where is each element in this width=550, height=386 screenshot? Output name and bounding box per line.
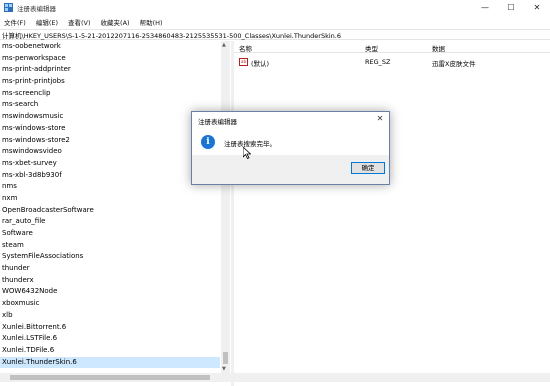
- tree-vertical-scrollbar[interactable]: ▲ ▼: [221, 41, 230, 373]
- registry-tree: ms-oobenetwork ms-penworkspace ms-print-…: [0, 41, 220, 373]
- address-bar[interactable]: 计算机\HKEY_USERS\S-1-5-21-2012207116-25348…: [0, 29, 550, 40]
- tree-item[interactable]: xboxmusic: [0, 298, 220, 310]
- tree-item[interactable]: ms-search: [0, 99, 220, 111]
- tree-item[interactable]: nxm: [0, 193, 220, 205]
- search-complete-dialog: 注册表编辑器 ✕ i 注册表搜索完毕。 确定: [191, 111, 390, 185]
- tree-item[interactable]: ms-xbet-survey: [0, 158, 220, 170]
- tree-item[interactable]: ms-penworkspace: [0, 53, 220, 65]
- column-name[interactable]: 名称: [239, 43, 252, 53]
- scroll-up-icon[interactable]: ▲: [222, 42, 226, 48]
- column-data[interactable]: 数据: [432, 43, 445, 53]
- menu-file[interactable]: 文件(F): [4, 17, 26, 27]
- info-icon: i: [201, 135, 215, 149]
- close-button[interactable]: ✕: [524, 0, 550, 15]
- tree-item-selected[interactable]: Xunlei.ThunderSkin.6: [0, 356, 220, 369]
- value-row[interactable]: ab (默认) REG_SZ 迅雷X皮肤文件: [234, 56, 550, 68]
- tree-item[interactable]: SystemFileAssociations: [0, 251, 220, 263]
- menu-edit[interactable]: 编辑(E): [36, 17, 58, 27]
- tree-item[interactable]: Software: [0, 228, 220, 240]
- value-list-header: 名称 类型 数据: [234, 41, 550, 53]
- ok-button[interactable]: 确定: [351, 162, 385, 174]
- pane-splitter[interactable]: [231, 41, 234, 386]
- minimize-button[interactable]: —: [472, 0, 498, 15]
- address-path[interactable]: 计算机\HKEY_USERS\S-1-5-21-2012207116-25348…: [2, 30, 341, 40]
- tree-item[interactable]: ms-xbl-3d8b930f: [0, 170, 220, 182]
- value-type: REG_SZ: [365, 58, 391, 66]
- menu-favorites[interactable]: 收藏夹(A): [101, 17, 130, 27]
- menu-help[interactable]: 帮助(H): [140, 17, 163, 27]
- value-data: 迅雷X皮肤文件: [432, 60, 476, 68]
- tree-item[interactable]: ms-print-printjobs: [0, 76, 220, 88]
- tree-item[interactable]: thunder: [0, 263, 220, 275]
- tree-item[interactable]: Xunlei.TDFile.6: [0, 345, 220, 357]
- tree-item[interactable]: Xunlei.LSTFile.6: [0, 333, 220, 345]
- tree-item[interactable]: nms: [0, 181, 220, 193]
- tree-item[interactable]: mswindowsvideo: [0, 146, 220, 158]
- tree-item[interactable]: mswindowsmusic: [0, 111, 220, 123]
- tree-item[interactable]: thunderx: [0, 275, 220, 287]
- dialog-close-icon[interactable]: ✕: [374, 113, 386, 125]
- tree-item[interactable]: ms-windows-store: [0, 123, 220, 135]
- tree-item[interactable]: ms-print-addprinter: [0, 64, 220, 76]
- tree-item[interactable]: Xunlei.Bittorrent.6: [0, 322, 220, 334]
- tree-hscroll-thumb[interactable]: [10, 375, 210, 380]
- tree-scroll-thumb[interactable]: [223, 352, 228, 364]
- mouse-cursor-icon: [242, 146, 252, 161]
- tree-item[interactable]: rar_auto_file: [0, 216, 220, 228]
- dialog-title: 注册表编辑器: [198, 118, 237, 126]
- list-horizontal-scrollbar[interactable]: [234, 373, 550, 382]
- tree-item[interactable]: WOW6432Node: [0, 286, 220, 298]
- menu-view[interactable]: 查看(V): [68, 17, 91, 27]
- tree-item[interactable]: ms-windows-store2: [0, 135, 220, 147]
- scroll-down-icon[interactable]: ▼: [222, 366, 226, 372]
- menu-bar: 文件(F) 编辑(E) 查看(V) 收藏夹(A) 帮助(H): [0, 15, 550, 28]
- maximize-button[interactable]: ☐: [498, 0, 524, 15]
- tree-item[interactable]: ms-screenclip: [0, 88, 220, 100]
- tree-item[interactable]: steam: [0, 240, 220, 252]
- title-bar: 注册表编辑器 — ☐ ✕: [0, 0, 550, 15]
- string-value-icon: ab: [239, 58, 248, 66]
- column-type[interactable]: 类型: [365, 43, 378, 53]
- tree-item[interactable]: ms-oobenetwork: [0, 41, 220, 53]
- tree-item[interactable]: OpenBroadcasterSoftware: [0, 205, 220, 217]
- dialog-footer: 确定: [192, 155, 389, 184]
- value-name: (默认): [251, 60, 270, 68]
- window-title: 注册表编辑器: [17, 4, 56, 13]
- tree-horizontal-scrollbar[interactable]: [0, 373, 231, 382]
- regedit-icon: [4, 3, 13, 12]
- tree-item[interactable]: xlb: [0, 310, 220, 322]
